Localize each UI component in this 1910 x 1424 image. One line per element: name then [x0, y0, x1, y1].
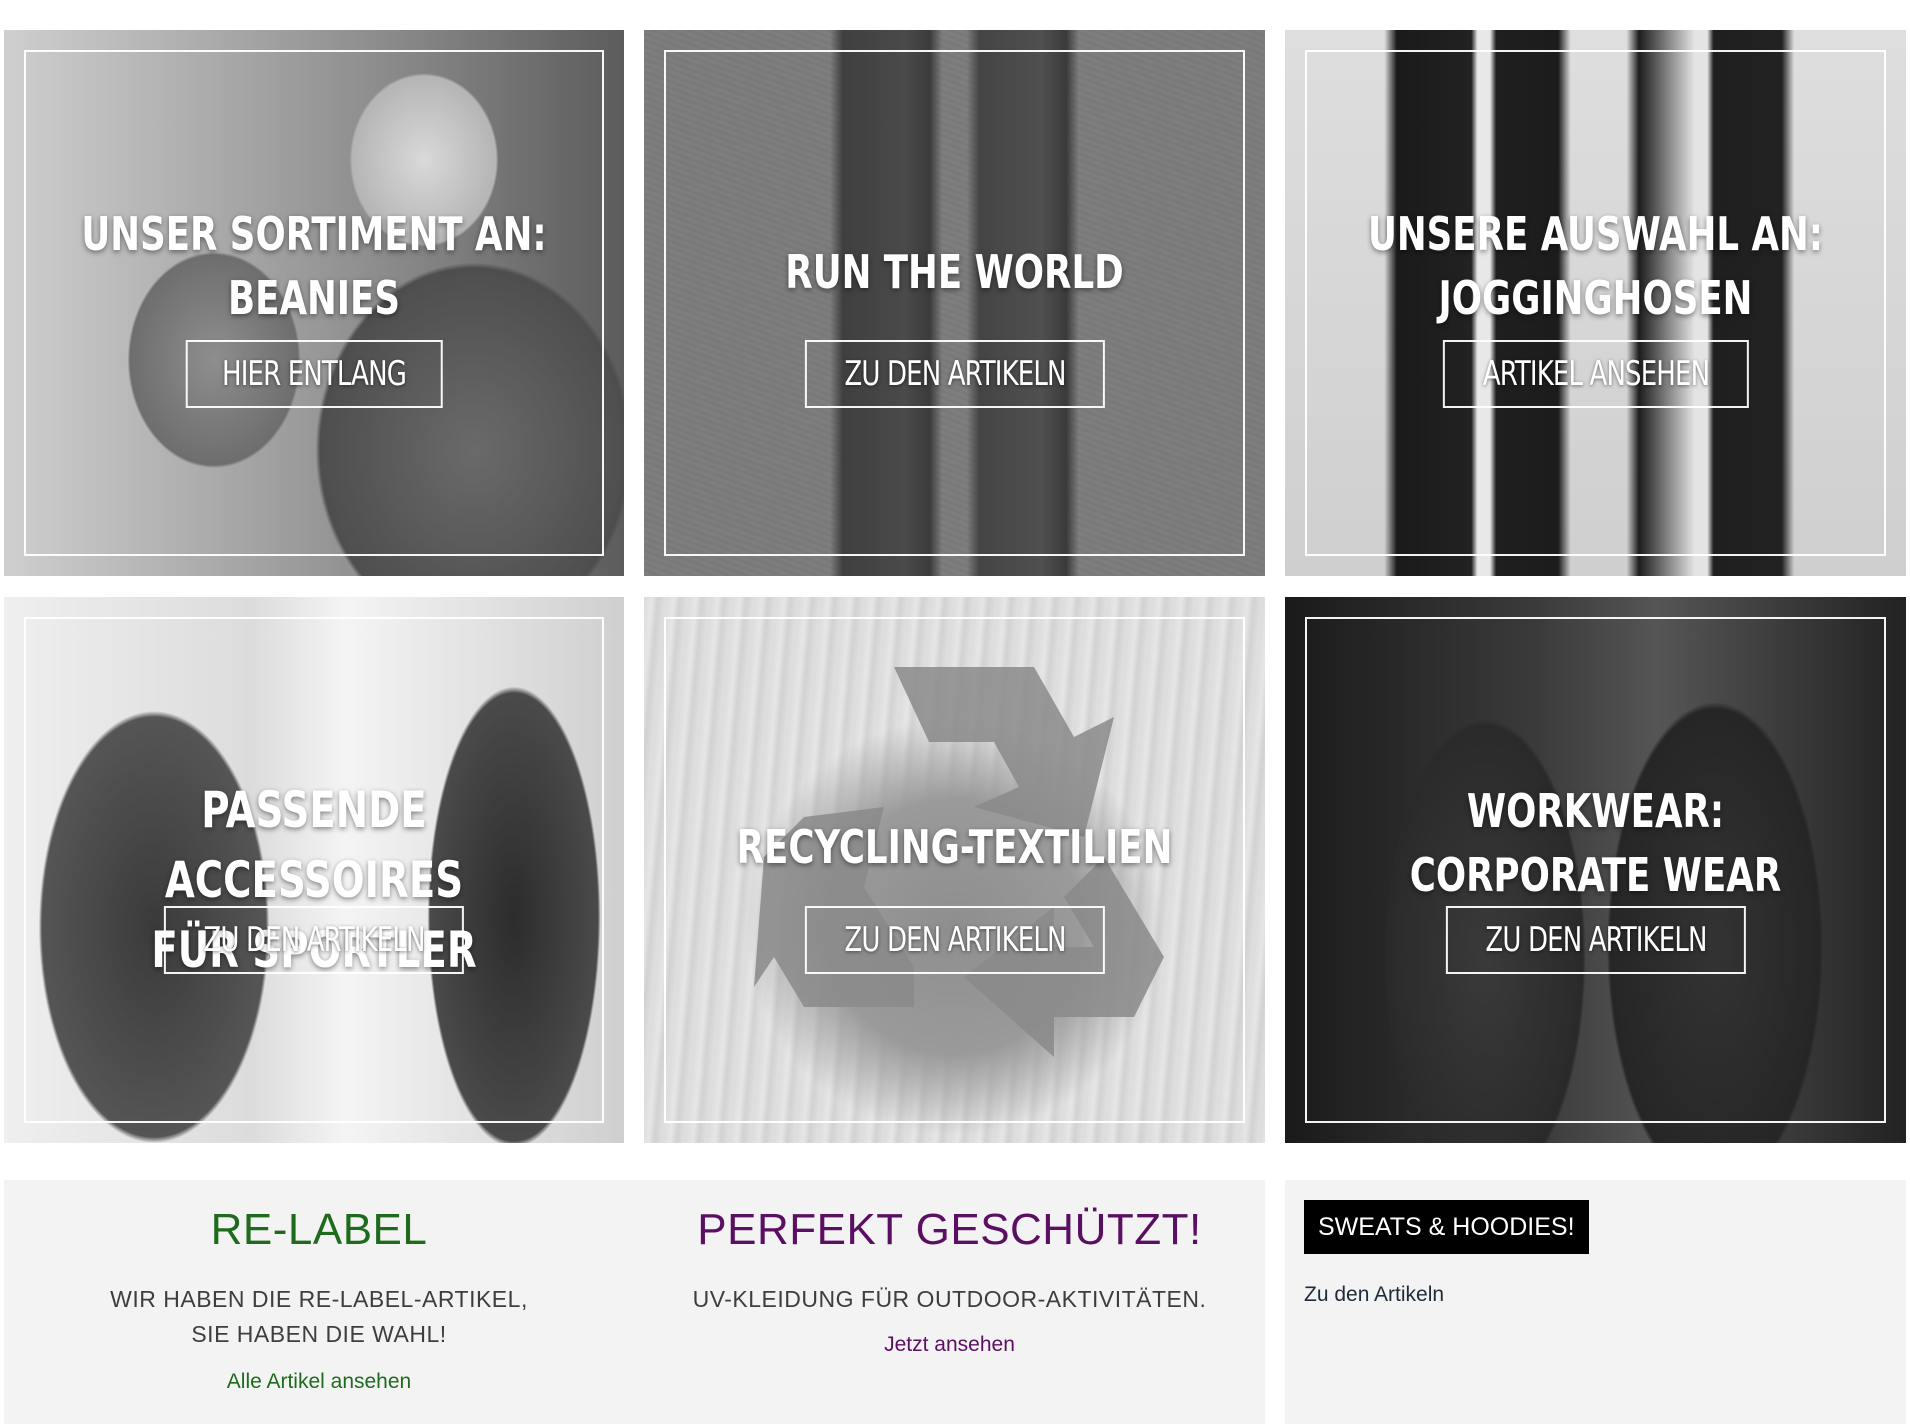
workwear-button[interactable]: ZU DEN ARTIKELN — [1445, 906, 1746, 974]
headline-line: UNSER SORTIMENT AN: — [81, 207, 547, 261]
run-the-world-button[interactable]: ZU DEN ARTIKELN — [804, 340, 1105, 408]
tile-headline: RUN THE WORLD — [713, 240, 1195, 304]
relabel-promo: RE-LABEL WIR HABEN DIE RE-LABEL-ARTIKEL,… — [4, 1180, 634, 1394]
tile-headline: WORKWEAR: CORPORATE WEAR — [1354, 779, 1836, 907]
tile-headline: UNSERE AUSWAHL AN: JOGGINGHOSEN — [1354, 202, 1836, 330]
jogginghosen-button[interactable]: ARTIKEL ANSEHEN — [1442, 340, 1749, 408]
relabel-title: RE-LABEL — [210, 1205, 428, 1254]
sweats-hoodies-badge[interactable]: SWEATS & HOODIES! — [1304, 1200, 1589, 1254]
relabel-link[interactable]: Alle Artikel ansehen — [227, 1370, 411, 1394]
tile-jogginghosen[interactable]: UNSERE AUSWAHL AN: JOGGINGHOSEN ARTIKEL … — [1285, 30, 1906, 576]
recycling-button[interactable]: ZU DEN ARTIKELN — [804, 906, 1105, 974]
relabel-text-line: SIE HABEN DIE WAHL! — [191, 1321, 447, 1347]
uv-link[interactable]: Jetzt ansehen — [884, 1333, 1015, 1357]
headline-line: PASSENDE ACCESSOIRES — [164, 781, 464, 909]
tile-accessoires[interactable]: PASSENDE ACCESSOIRES FÜR SPORTLER ZU DEN… — [4, 597, 624, 1143]
headline-line: BEANIES — [228, 271, 400, 325]
uv-promo: PERFEKT GESCHÜTZT! UV-KLEIDUNG FÜR OUTDO… — [634, 1180, 1265, 1357]
headline-line: RUN THE WORLD — [785, 245, 1124, 299]
uv-text: UV-KLEIDUNG FÜR OUTDOOR-AKTIVITÄTEN. — [692, 1286, 1207, 1312]
accessoires-button[interactable]: ZU DEN ARTIKELN — [163, 906, 465, 974]
tile-headline: RECYCLING-TEXTILIEN — [713, 815, 1195, 879]
headline-line: JOGGINGHOSEN — [1438, 271, 1753, 325]
headline-line: RECYCLING-TEXTILIEN — [736, 820, 1173, 874]
tile-headline: UNSER SORTIMENT AN: BEANIES — [73, 202, 555, 330]
headline-line: CORPORATE WEAR — [1409, 848, 1782, 902]
headline-line: WORKWEAR: — [1466, 784, 1725, 838]
beanies-button[interactable]: HIER ENTLANG — [185, 340, 443, 408]
relabel-text: WIR HABEN DIE RE-LABEL-ARTIKEL, SIE HABE… — [4, 1282, 634, 1352]
tile-beanies[interactable]: UNSER SORTIMENT AN: BEANIES HIER ENTLANG — [4, 30, 624, 576]
uv-title: PERFEKT GESCHÜTZT! — [697, 1205, 1202, 1254]
tile-recycling[interactable]: RECYCLING-TEXTILIEN ZU DEN ARTIKELN — [644, 597, 1265, 1143]
headline-line: UNSERE AUSWAHL AN: — [1367, 207, 1824, 261]
tile-run-the-world[interactable]: RUN THE WORLD ZU DEN ARTIKELN — [644, 30, 1265, 576]
sweats-link[interactable]: Zu den Artikeln — [1304, 1283, 1444, 1307]
relabel-text-line: WIR HABEN DIE RE-LABEL-ARTIKEL, — [110, 1286, 528, 1312]
tile-workwear[interactable]: WORKWEAR: CORPORATE WEAR ZU DEN ARTIKELN — [1285, 597, 1906, 1143]
